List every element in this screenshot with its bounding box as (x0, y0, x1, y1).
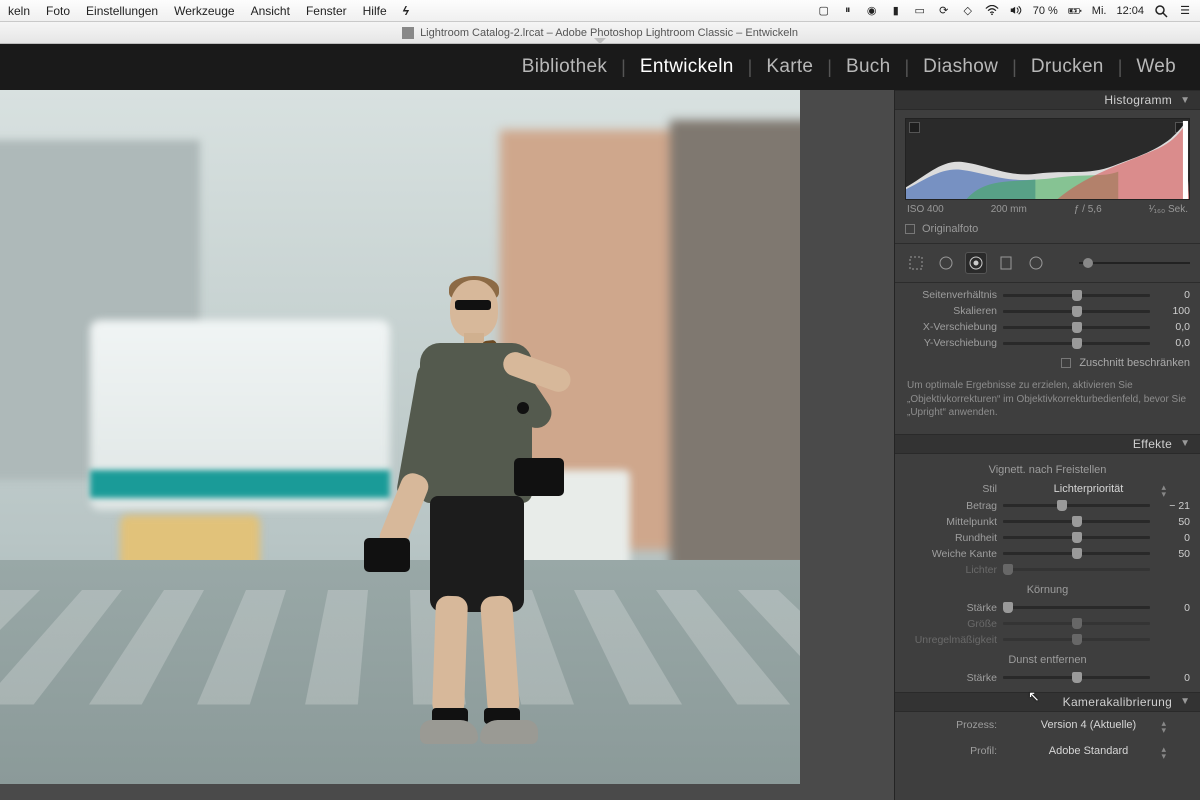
tool-crop[interactable] (905, 252, 927, 274)
mac-menubar: keln Foto Einstellungen Werkzeuge Ansich… (0, 0, 1200, 22)
slider-vignette-highlights: Lichter (905, 562, 1190, 578)
tab-buch[interactable]: Buch (832, 56, 905, 78)
panel-calibration-header[interactable]: Kamerakalibrierung ▼ (895, 692, 1200, 712)
toolstrip (895, 243, 1200, 283)
vignette-style-row[interactable]: Stil Lichterpriorität▴▾ (905, 480, 1190, 498)
meta-aperture: ƒ / 5,6 (1074, 204, 1102, 215)
checkbox-icon[interactable] (1061, 358, 1071, 368)
slider-xoffset[interactable]: X-Verschiebung 0,0 (905, 319, 1190, 335)
mac-status-tray: ▢ ⏸ ◉ ▮ ▭ ⟳ ◇ 70 % Mi. 12:04 ☰ (817, 4, 1192, 18)
slider-vignette-feather[interactable]: Weiche Kante 50 (905, 546, 1190, 562)
histogram-meta: ISO 400 200 mm ƒ / 5,6 ¹⁄₁₆₀ Sek. (905, 200, 1190, 219)
canvas-area[interactable] (0, 90, 894, 800)
histogram-graphic[interactable] (905, 118, 1190, 200)
calibration-process-row[interactable]: Prozess: Version 4 (Aktuelle)▴▾ (905, 716, 1190, 734)
window-title-text: Lightroom Catalog-2.lrcat – Adobe Photos… (420, 27, 798, 39)
menu-item[interactable]: Einstellungen (86, 4, 158, 18)
window-titlebar: Lightroom Catalog-2.lrcat – Adobe Photos… (0, 22, 1200, 44)
original-photo-row[interactable]: Originalfoto (905, 223, 1190, 235)
plugin-icon[interactable]: ϟ (403, 4, 409, 18)
slider-scale[interactable]: Skalieren 100 (905, 303, 1190, 319)
pause-icon[interactable]: ⏸ (841, 4, 855, 18)
checkbox-icon[interactable] (905, 224, 915, 234)
document-icon (402, 27, 414, 39)
slider-yoffset[interactable]: Y-Verschiebung 0,0 (905, 335, 1190, 351)
meta-iso: ISO 400 (907, 204, 944, 215)
slider-vignette-roundness[interactable]: Rundheit 0 (905, 530, 1190, 546)
menu-item[interactable]: Fenster (306, 4, 347, 18)
clock-time: 12:04 (1116, 5, 1144, 17)
tool-redeye[interactable] (965, 252, 987, 274)
spotlight-icon[interactable] (1154, 4, 1168, 18)
meta-focal: 200 mm (991, 204, 1027, 215)
calibration-group: Prozess: Version 4 (Aktuelle)▴▾ Profil: … (895, 712, 1200, 766)
battery-percent: 70 % (1033, 5, 1058, 17)
calibration-label: Kamerakalibrierung (1063, 695, 1172, 709)
app-menu: keln Foto Einstellungen Werkzeuge Ansich… (8, 4, 409, 18)
tab-bibliothek[interactable]: Bibliothek (508, 56, 621, 78)
tab-drucken[interactable]: Drucken (1017, 56, 1118, 78)
menu-item[interactable]: Werkzeuge (174, 4, 234, 18)
battery-icon[interactable] (1068, 4, 1082, 18)
dropbox-icon[interactable]: ◇ (961, 4, 975, 18)
tool-spot[interactable] (935, 252, 957, 274)
transform-hint: Um optimale Ergebnisse zu erzielen, akti… (905, 375, 1190, 428)
constrain-crop-label: Zuschnitt beschränken (1079, 357, 1190, 369)
grain-title: Körnung (905, 584, 1190, 596)
slider-vignette-amount[interactable]: Betrag − 21 (905, 498, 1190, 514)
bookmark-icon[interactable]: ▮ (889, 4, 903, 18)
menu-item[interactable]: Foto (46, 4, 70, 18)
histogram-panel: ISO 400 200 mm ƒ / 5,6 ¹⁄₁₆₀ Sek. Origin… (895, 110, 1200, 243)
slider-grain-size: Größe (905, 616, 1190, 632)
cc-icon[interactable]: ◉ (865, 4, 879, 18)
display-icon[interactable]: ▭ (913, 4, 927, 18)
clock-day: Mi. (1092, 5, 1107, 17)
transform-group: Seitenverhältnis 0 Skalieren 100 X-Versc… (895, 283, 1200, 434)
slider-dehaze-amount[interactable]: Stärke 0 (905, 670, 1190, 686)
tool-amount-slider[interactable] (1079, 262, 1190, 264)
constrain-crop-row[interactable]: Zuschnitt beschränken (905, 351, 1190, 375)
sync-icon[interactable]: ⟳ (937, 4, 951, 18)
meta-shutter: ¹⁄₁₆₀ Sek. (1149, 204, 1188, 215)
chevron-down-icon: ▼ (1180, 696, 1190, 707)
menu-item[interactable]: Hilfe (363, 4, 387, 18)
original-photo-label: Originalfoto (922, 223, 978, 235)
notifications-icon[interactable]: ☰ (1178, 4, 1192, 18)
slider-grain-amount[interactable]: Stärke 0 (905, 600, 1190, 616)
slider-vignette-midpoint[interactable]: Mittelpunkt 50 (905, 514, 1190, 530)
tool-gradient[interactable] (995, 252, 1017, 274)
effects-label: Effekte (1133, 437, 1172, 451)
tab-web[interactable]: Web (1122, 56, 1190, 78)
slider-grain-roughness: Unregelmäßigkeit (905, 632, 1190, 648)
menu-item[interactable]: keln (8, 4, 30, 18)
tab-entwickeln[interactable]: Entwickeln (626, 56, 748, 78)
slider-aspect[interactable]: Seitenverhältnis 0 (905, 287, 1190, 303)
effects-group: Vignett. nach Freistellen Stil Lichterpr… (895, 454, 1200, 692)
module-picker: Bibliothek| Entwickeln| Karte| Buch| Dia… (0, 44, 1200, 90)
tab-karte[interactable]: Karte (752, 56, 827, 78)
panel-effects-header[interactable]: Effekte ▼ (895, 434, 1200, 454)
tool-radial[interactable] (1025, 252, 1047, 274)
calibration-profile-row[interactable]: Profil: Adobe Standard▴▾ (905, 742, 1190, 760)
calibration-process-combo[interactable]: Version 4 (Aktuelle)▴▾ (1005, 719, 1190, 731)
wifi-icon[interactable] (985, 4, 999, 18)
calibration-profile-combo[interactable]: Adobe Standard▴▾ (1005, 745, 1190, 757)
histogram-label: Histogramm (1104, 93, 1172, 107)
preview-photo[interactable] (0, 90, 800, 784)
dehaze-title: Dunst entfernen (905, 654, 1190, 666)
vignette-style-combo[interactable]: Lichterpriorität▴▾ (1005, 483, 1190, 495)
chevron-down-icon: ▼ (1180, 438, 1190, 449)
tab-diashow[interactable]: Diashow (909, 56, 1012, 78)
menu-item[interactable]: Ansicht (251, 4, 290, 18)
develop-right-panel: Histogramm ▼ ISO 400 200 mm ƒ / 5,6 ¹⁄₁ (894, 90, 1200, 800)
volume-icon[interactable] (1009, 4, 1023, 18)
rect-icon[interactable]: ▢ (817, 4, 831, 18)
vignette-title: Vignett. nach Freistellen (905, 464, 1190, 476)
chevron-down-icon: ▼ (1180, 95, 1190, 106)
subject-person (392, 280, 592, 780)
panel-histogram-header[interactable]: Histogramm ▼ (895, 90, 1200, 110)
top-panel-toggle[interactable] (594, 38, 606, 44)
